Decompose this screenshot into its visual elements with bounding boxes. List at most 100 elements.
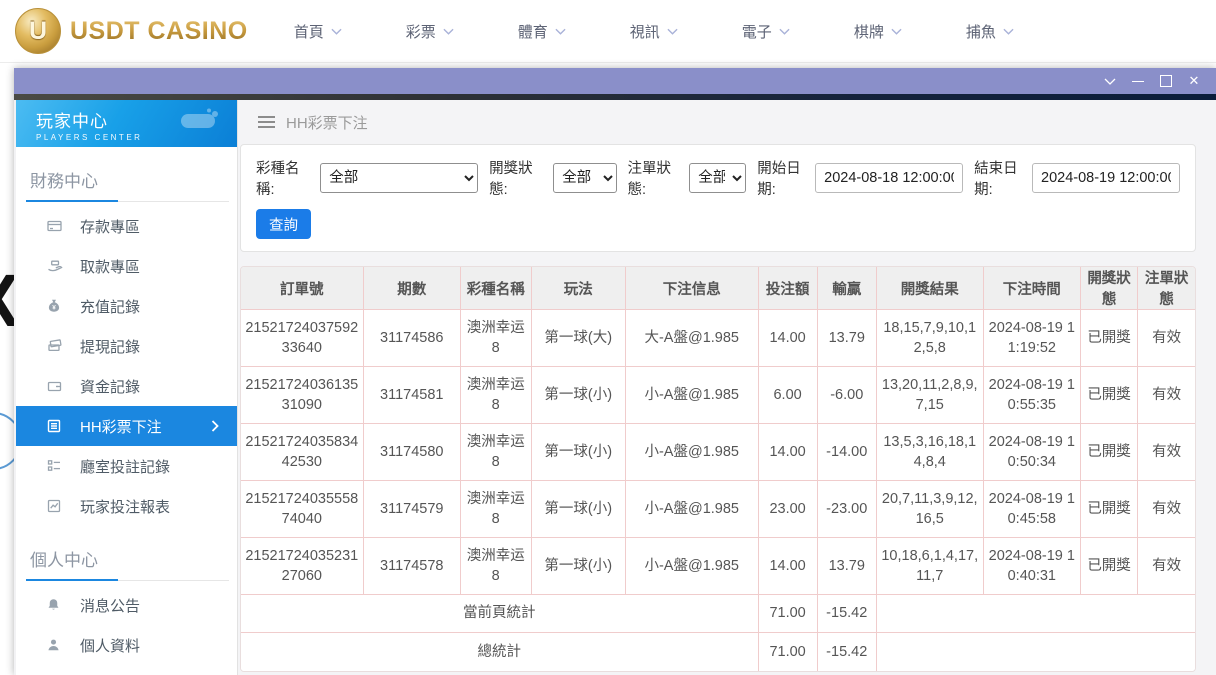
chevron-down-icon [443,28,454,35]
nav-item-2[interactable]: 體育 [518,21,566,42]
order-status-select[interactable]: 全部 [689,163,747,193]
current-page-summary-row: 當前頁統計 71.00 -15.42 [241,594,1195,633]
table-row: 2152172403583442530 31174580 澳洲幸运8 第一球(小) 小-… [241,423,1195,481]
window-close-icon[interactable]: ✕ [1180,70,1208,92]
table-cell: 小-A盤@1.985 [624,537,759,595]
chevron-down-icon [779,28,790,35]
window-minimize-icon[interactable] [1124,70,1152,92]
window-maximize-icon[interactable] [1152,70,1180,92]
lottery-name-select[interactable]: 全部 [320,163,479,193]
summary-winloss-total: -15.42 [816,632,877,671]
nav-item-1[interactable]: 彩票 [406,21,454,42]
table-cell: 2024-08-19 10:50:34 [982,423,1081,481]
end-date-input[interactable] [1032,163,1180,193]
table-cell: 第一球(小) [530,423,626,481]
table-cell: -6.00 [816,366,877,424]
table-row: 2152172403555874040 31174579 澳洲幸运8 第一球(小) 小-… [241,480,1195,538]
svg-text:¥: ¥ [52,304,56,311]
summary-empty [875,594,1195,633]
sidebar-item-withdraw-hand[interactable]: 取款專區 [16,246,237,286]
menu-toggle-icon[interactable] [258,116,275,128]
player-center-window: ✕ 玩家中心 PLAYERS CENTER 財務中心 存款專區 取款專區 ¥ 充值記錄提… [14,68,1216,675]
nav-item-label: 體育 [517,23,548,41]
site-logo[interactable]: U USDT CASINO [15,8,248,54]
sidebar-item-gear[interactable]: 修改密碼 [16,665,237,675]
lottery-name-label: 彩種名稱: [256,161,300,198]
table-cell: 第一球(大) [530,309,626,367]
summary-winloss-total: -15.42 [816,594,877,633]
logo-letter: U [28,16,48,45]
wallet-icon [46,378,64,394]
column-header: 輸贏 [816,267,877,310]
table-cell: 13,20,11,2,8,9,7,15 [875,366,984,424]
sidebar-item-report-chart[interactable]: 玩家投注報表 [16,486,237,526]
sidebar-item-label: 消息公告 [80,597,141,615]
start-date-input[interactable] [815,163,964,193]
sidebar-section-title: 個人中心 [26,540,229,581]
logo-text: USDT CASINO [70,16,248,45]
summary-label: 當前頁統計 [241,594,759,633]
table-cell: 2152172403583442530 [241,423,364,481]
table-cell: 澳洲幸运8 [459,309,532,367]
table-cell: 有效 [1137,537,1195,595]
table-cell: 2152172403523127060 [241,537,364,595]
table-cell: 澳洲幸运8 [459,480,532,538]
nav-item-6[interactable]: 捕魚 [966,21,1014,42]
sidebar-section-title: 財務中心 [26,161,229,202]
nav-item-5[interactable]: 棋牌 [854,21,902,42]
sidebar-item-room-list[interactable]: 廳室投註記錄 [16,446,237,486]
table-cell: 有效 [1137,366,1195,424]
column-header: 注單狀態 [1137,267,1195,310]
sidebar-item-wallet[interactable]: 資金記錄 [16,366,237,406]
table-cell: 31174580 [362,423,461,481]
withdraw-hand-icon [46,258,64,274]
top-nav-menu: 首頁 彩票 體育 視訊 電子 棋牌 捕魚 [294,21,1014,42]
site-top-nav: U USDT CASINO 首頁 彩票 體育 視訊 電子 棋牌 捕魚 [0,0,1216,63]
nav-item-label: 首頁 [293,23,324,41]
sidebar-item-moneybag[interactable]: ¥ 充值記錄 [16,286,237,326]
table-cell: 14.00 [757,423,818,481]
column-header: 開獎結果 [875,267,984,310]
summary-bet-total: 71.00 [757,632,818,671]
grand-total-row: 總統計 71.00 -15.42 [241,632,1195,671]
sidebar-item-cash[interactable]: 提現記錄 [16,326,237,366]
table-cell: 已開獎 [1079,423,1139,481]
column-header: 開獎狀態 [1079,267,1139,310]
draw-status-label: 開獎狀態: [489,161,533,198]
report-chart-icon [46,498,64,514]
table-row: 2152172403759233640 31174586 澳洲幸运8 第一球(大) 大-… [241,309,1195,367]
table-row: 2152172403613531090 31174581 澳洲幸运8 第一球(小) 小-… [241,366,1195,424]
table-cell: 有效 [1137,309,1195,367]
sidebar-item-label: HH彩票下注 [80,418,162,436]
nav-item-3[interactable]: 視訊 [630,21,678,42]
table-cell: 大-A盤@1.985 [624,309,759,367]
nav-item-4[interactable]: 電子 [742,21,790,42]
main-content: HH彩票下注 彩種名稱: 全部 開獎狀態: 全部 注單狀態: 全部 開始日期: … [238,100,1216,675]
table-cell: 澳洲幸运8 [459,423,532,481]
column-header: 期數 [362,267,461,310]
start-date-label: 開始日期: [757,161,801,198]
table-cell: 已開獎 [1079,480,1139,538]
window-dropdown-icon[interactable] [1096,70,1124,92]
table-cell: 有效 [1137,480,1195,538]
nav-item-0[interactable]: 首頁 [294,21,342,42]
table-cell: 2024-08-19 10:45:58 [982,480,1081,538]
table-cell: 澳洲幸运8 [459,537,532,595]
chevron-down-icon [555,28,566,35]
filter-panel: 彩種名稱: 全部 開獎狀態: 全部 注單狀態: 全部 開始日期: 2024-08… [240,144,1196,252]
table-cell: 31174579 [362,480,461,538]
cash-icon [46,338,64,354]
table-cell: 澳洲幸运8 [459,366,532,424]
table-cell: 2024-08-19 10:40:31 [982,537,1081,595]
sidebar-item-bell[interactable]: 消息公告 [16,585,237,625]
search-button[interactable]: 查詢 [256,209,311,239]
column-header: 投注額 [757,267,818,310]
sidebar-header: 玩家中心 PLAYERS CENTER [16,100,237,147]
table-cell: 18,15,7,9,10,12,5,8 [875,309,984,367]
sidebar-item-deposit-card[interactable]: 存款專區 [16,206,237,246]
table-cell: 2152172403759233640 [241,309,364,367]
draw-status-select[interactable]: 全部 [553,163,617,193]
sidebar-item-lottery-list[interactable]: HH彩票下注 [16,406,237,446]
sidebar-item-label: 提現記錄 [80,338,141,356]
sidebar-item-person[interactable]: 個人資料 [16,625,237,665]
